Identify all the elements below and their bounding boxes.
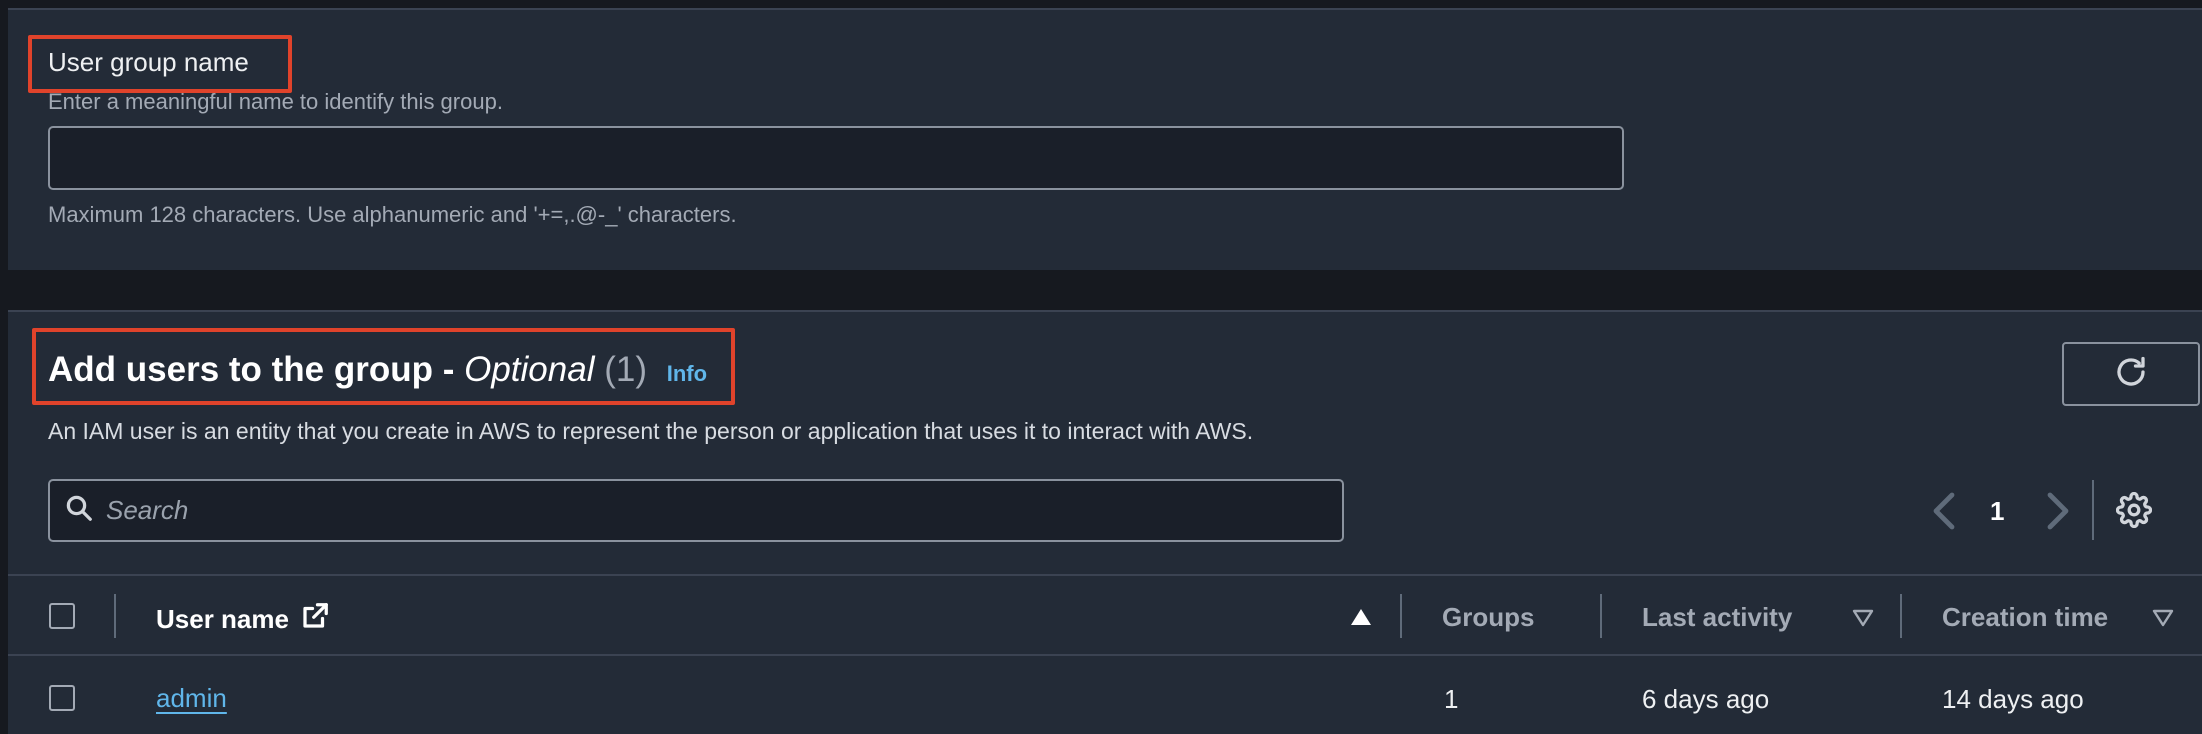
creation-time-cell: 14 days ago (1942, 684, 2084, 714)
user-name-link[interactable]: admin (156, 683, 227, 714)
external-link-icon (300, 601, 330, 638)
search-field[interactable] (48, 479, 1344, 542)
add-users-description: An IAM user is an entity that you create… (48, 418, 1254, 444)
sort-ascending-icon[interactable] (1349, 607, 1373, 632)
refresh-button[interactable] (2062, 342, 2200, 406)
column-header-user-name[interactable]: User name (156, 601, 330, 638)
user-group-name-label: User group name (48, 47, 249, 77)
next-page-button[interactable] (2042, 491, 2072, 536)
user-group-name-constraint-hint: Maximum 128 characters. Use alphanumeric… (48, 202, 737, 227)
column-header-last-activity[interactable]: Last activity (1642, 602, 1792, 633)
add-users-title: Add users to the group - Optional (1) In… (48, 350, 707, 390)
search-input[interactable] (106, 495, 1286, 526)
add-users-count: (1) (604, 350, 647, 389)
sort-toggle-icon[interactable] (1852, 609, 1874, 632)
column-label-user-name: User name (156, 604, 289, 634)
column-divider (1900, 594, 1902, 638)
row-select-checkbox[interactable] (49, 685, 75, 711)
gear-icon (2115, 491, 2153, 532)
current-page-number[interactable]: 1 (1990, 496, 2004, 527)
previous-page-button[interactable] (1930, 491, 1960, 536)
info-link[interactable]: Info (667, 361, 707, 386)
last-activity-cell: 6 days ago (1642, 684, 1770, 714)
select-all-checkbox[interactable] (49, 603, 75, 629)
groups-cell: 1 (1444, 684, 1459, 714)
column-header-groups: Groups (1442, 602, 1535, 632)
refresh-icon (2113, 354, 2149, 395)
user-group-name-input[interactable] (48, 126, 1624, 190)
column-divider (114, 594, 116, 638)
user-group-name-description: Enter a meaningful name to identify this… (48, 89, 503, 114)
sort-toggle-icon[interactable] (2152, 609, 2174, 632)
column-header-creation-time[interactable]: Creation time (1942, 602, 2108, 633)
column-divider (1400, 594, 1402, 638)
pagination-divider (2092, 480, 2094, 540)
add-users-title-optional: Optional (464, 350, 595, 389)
table-preferences-button[interactable] (2115, 491, 2153, 533)
add-users-title-text: Add users to the group - (48, 350, 465, 389)
column-divider (1600, 594, 1602, 638)
search-icon (64, 493, 94, 528)
